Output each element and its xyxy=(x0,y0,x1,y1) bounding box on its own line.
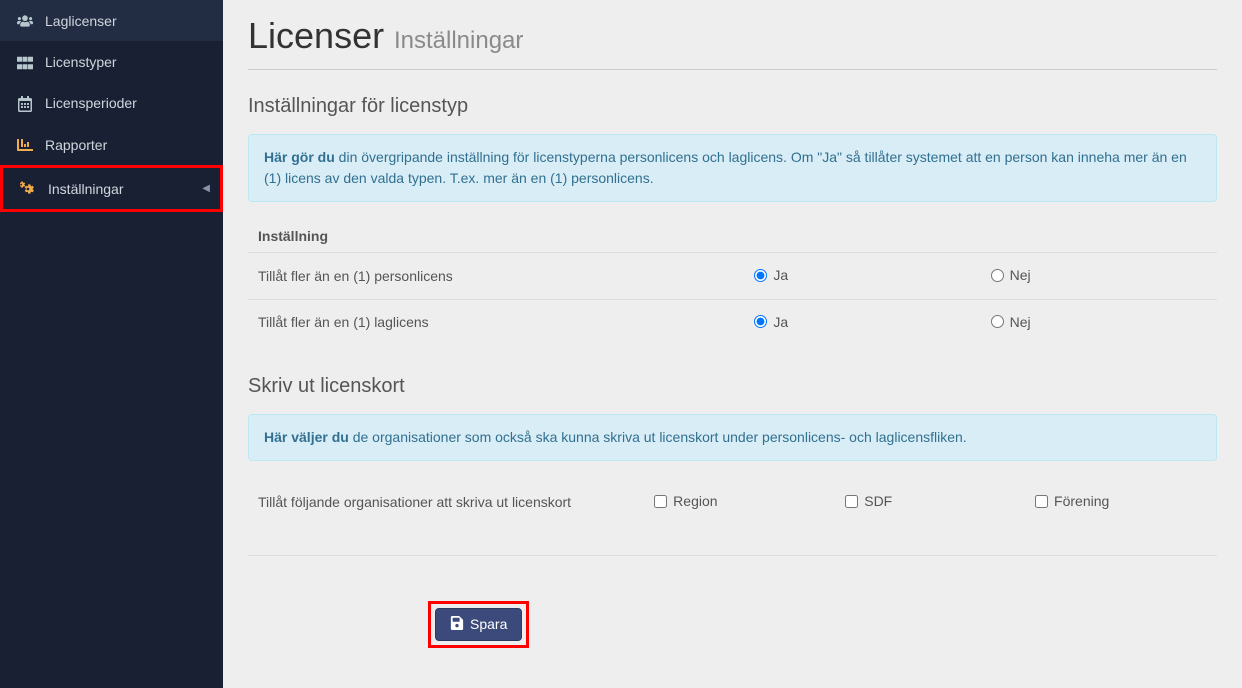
info-box-licenskort: Här väljer du de organisationer som ocks… xyxy=(248,414,1217,461)
save-icon xyxy=(450,616,464,633)
radio-label: Nej xyxy=(1010,267,1031,283)
radio-input[interactable] xyxy=(754,315,767,328)
radio-label: Ja xyxy=(773,314,788,330)
checkbox-region[interactable]: Region xyxy=(654,493,717,509)
radio-personlicens-nej[interactable]: Nej xyxy=(991,267,1031,283)
checkbox-sdf[interactable]: SDF xyxy=(845,493,892,509)
page-header: Licenser Inställningar xyxy=(248,15,1217,70)
page-subtitle: Inställningar xyxy=(394,27,523,54)
radio-input[interactable] xyxy=(754,269,767,282)
checkbox-input[interactable] xyxy=(654,495,667,508)
org-row-label: Tillåt följande organisationer att skriv… xyxy=(248,479,644,525)
sidebar-item-rapporter[interactable]: Rapporter xyxy=(0,124,223,165)
radio-personlicens-ja[interactable]: Ja xyxy=(754,267,788,283)
checkbox-input[interactable] xyxy=(1035,495,1048,508)
info-text: de organisationer som också ska kunna sk… xyxy=(349,429,967,445)
setting-label: Tillåt fler än en (1) personlicens xyxy=(248,253,744,300)
caret-left-icon: ◀ xyxy=(202,183,210,194)
users-icon xyxy=(15,12,35,29)
save-label: Spara xyxy=(470,616,507,632)
divider xyxy=(248,555,1217,556)
radio-label: Ja xyxy=(773,267,788,283)
save-highlight: Spara xyxy=(428,601,529,648)
section-title-licenskort: Skriv ut licenskort xyxy=(248,375,1217,398)
checkbox-label: Förening xyxy=(1054,493,1109,509)
chart-icon xyxy=(15,136,35,153)
radio-laglicens-ja[interactable]: Ja xyxy=(754,314,788,330)
checkbox-label: Region xyxy=(673,493,717,509)
radio-input[interactable] xyxy=(991,315,1004,328)
sidebar-item-label: Licenstyper xyxy=(45,54,117,70)
col-header-installning: Inställning xyxy=(248,220,744,253)
info-strong: Här väljer du xyxy=(264,429,349,445)
info-strong: Här gör du xyxy=(264,149,335,165)
save-row: Spara xyxy=(248,586,1217,663)
calendar-icon xyxy=(15,95,35,112)
page-title: Licenser xyxy=(248,15,384,56)
sidebar-item-label: Rapporter xyxy=(45,137,107,153)
sidebar-item-licensperioder[interactable]: Licensperioder xyxy=(0,83,223,124)
sidebar: Laglicenser Licenstyper Licensperioder R… xyxy=(0,0,223,688)
radio-input[interactable] xyxy=(991,269,1004,282)
radio-laglicens-nej[interactable]: Nej xyxy=(991,314,1031,330)
checkbox-forening[interactable]: Förening xyxy=(1035,493,1109,509)
settings-table: Inställning Tillåt fler än en (1) person… xyxy=(248,220,1217,345)
sidebar-item-laglicenser[interactable]: Laglicenser xyxy=(0,0,223,41)
section-title-licenstyp: Inställningar för licenstyp xyxy=(248,95,1217,118)
sidebar-item-label: Licensperioder xyxy=(45,95,137,111)
cogs-icon xyxy=(18,180,38,197)
info-box-licenstyp: Här gör du din övergripande inställning … xyxy=(248,134,1217,202)
save-button[interactable]: Spara xyxy=(435,608,522,641)
setting-row-personlicens: Tillåt fler än en (1) personlicens Ja Ne… xyxy=(248,253,1217,300)
sidebar-item-licenstyper[interactable]: Licenstyper xyxy=(0,41,223,82)
org-table: Tillåt följande organisationer att skriv… xyxy=(248,479,1217,525)
checkbox-input[interactable] xyxy=(845,495,858,508)
main-content: Licenser Inställningar Inställningar för… xyxy=(223,0,1242,688)
checkbox-label: SDF xyxy=(864,493,892,509)
setting-label: Tillåt fler än en (1) laglicens xyxy=(248,299,744,345)
info-text: din övergripande inställning för licenst… xyxy=(264,149,1187,186)
sidebar-item-label: Laglicenser xyxy=(45,13,117,29)
org-row: Tillåt följande organisationer att skriv… xyxy=(248,479,1217,525)
sidebar-item-installningar[interactable]: Inställningar ◀ xyxy=(0,165,223,212)
sidebar-item-label: Inställningar xyxy=(48,181,124,197)
setting-row-laglicens: Tillåt fler än en (1) laglicens Ja Nej xyxy=(248,299,1217,345)
radio-label: Nej xyxy=(1010,314,1031,330)
grid-icon xyxy=(15,53,35,70)
